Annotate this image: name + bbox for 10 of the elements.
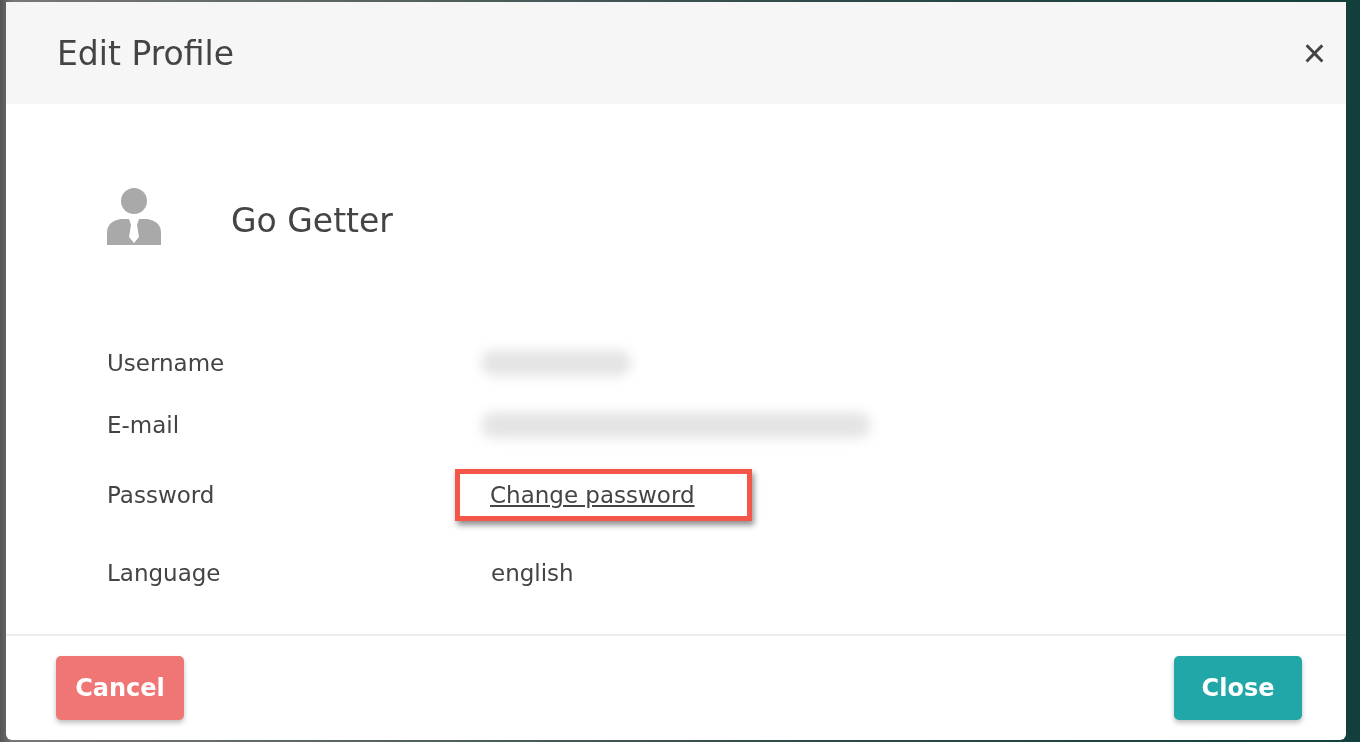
field-label: Password [107,482,216,508]
change-password-link[interactable]: Change password [490,482,695,508]
profile-name: Go Getter [231,200,393,240]
dialog-title: Edit Profile [57,33,234,73]
user-icon [107,187,161,247]
field-label: Language [107,560,222,586]
close-button[interactable]: × [1298,33,1330,73]
field-label: Username [107,350,226,376]
field-label: E-mail [107,412,181,438]
field-value: english [491,560,574,586]
